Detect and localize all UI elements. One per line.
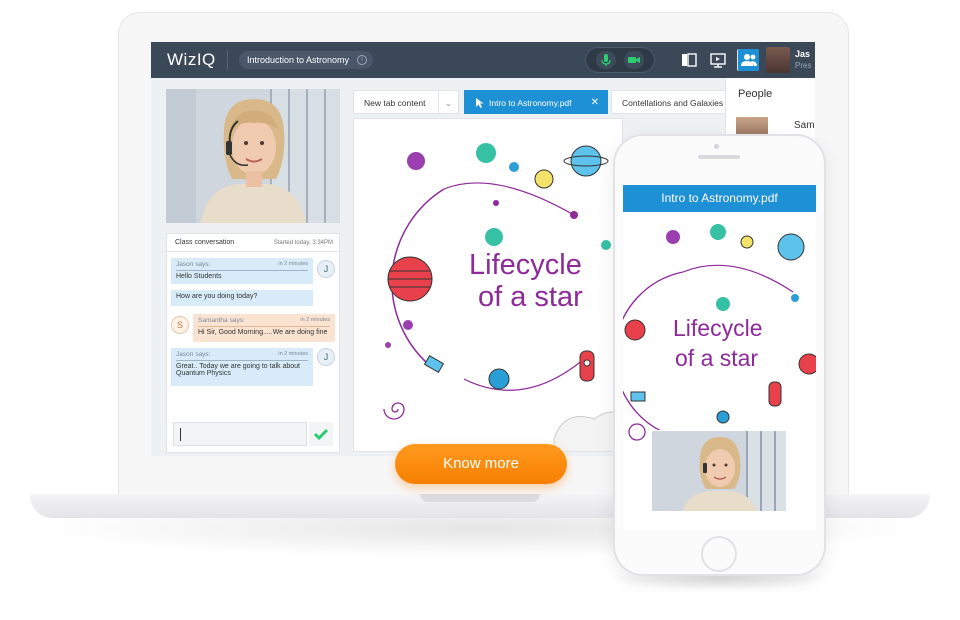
people-icon[interactable] [737,49,759,71]
message-text: Great.. Today we are going to talk about [176,363,301,370]
chat-message: Samantha says: in 2 minutes Hi Sir, Good… [193,314,335,342]
phone-frame: Intro to Astronomy.pdf Lifecycle of a st… [613,134,826,576]
tab-label: Contellations and Galaxies [622,98,724,108]
camera-button[interactable] [624,51,644,69]
text-caret [180,428,181,441]
know-more-button[interactable]: Know more [395,444,567,484]
course-title: Introduction to Astronomy [247,55,350,65]
message-time: in 2 minutes [278,351,308,357]
send-check-icon [313,428,329,441]
message-says: says: [195,261,211,268]
phone-presenter-portrait [682,437,758,511]
message-rule [176,360,308,361]
phone-speaker [698,155,740,159]
top-bar: WizIQ Introduction to Astronomy i Jas Pr… [151,42,815,78]
slide-title-line2: of a star [478,281,583,313]
chat-message: Jason says: in 2 minutes Hello Students [171,258,313,284]
camera-icon [628,57,640,63]
message-author: Jason [176,351,194,358]
phone-camera [714,144,719,149]
participant-name[interactable]: Sam [794,120,815,131]
message-author: Jason [176,261,194,268]
chat-avatar: S [171,316,189,334]
presenter-portrait [201,99,306,223]
mic-icon [601,54,611,66]
tab-intro-astronomy[interactable]: Intro to Astronomy.pdf ✕ [464,90,608,114]
message-text: Quantum Physics [176,370,231,377]
message-author: Samantha [198,317,228,324]
divider [227,50,228,70]
screen-share-icon[interactable] [708,50,728,70]
close-icon[interactable]: ✕ [591,91,599,115]
chat-started: Started today, 3:34PM [273,240,333,246]
mic-button[interactable] [596,51,616,69]
user-avatar[interactable] [766,47,790,73]
tab-label: New tab content [364,98,426,108]
phone-slide-line1: Lifecycle [673,315,763,341]
people-title: People [738,88,773,100]
av-controls [585,47,655,73]
chat-avatar: J [317,348,335,366]
send-button[interactable] [309,422,333,446]
message-says: says: [229,317,245,324]
course-title-pill[interactable]: Introduction to Astronomy i [239,51,374,69]
message-time: in 2 minutes [278,261,308,267]
user-role: Pres [795,61,812,70]
chat-input[interactable] [173,422,307,446]
chat-message: How are you doing today? [171,290,313,306]
user-name: Jas [795,49,811,59]
slide-title-line1: Lifecycle [469,249,582,281]
phone-doc-title: Intro to Astronomy.pdf [623,185,816,212]
phone-screen: Intro to Astronomy.pdf Lifecycle of a st… [623,185,816,530]
slide-viewer: Lifecycle of a star [353,118,623,452]
message-text: Hi Sir, Good Morning.....We are doing fi… [198,329,328,336]
phone-slide-line2: of a star [675,345,759,371]
tab-new-content[interactable]: New tab content ⌄ [353,90,459,115]
message-text: How are you doing today? [176,293,258,300]
phone-home-button[interactable] [701,536,737,572]
chat-panel: Class conversation Started today, 3:34PM… [166,233,340,453]
laptop-notch [420,494,540,502]
dropdown-icon[interactable]: ⌄ [438,91,452,115]
message-rule [198,326,330,327]
tab-constellations[interactable]: Contellations and Galaxies [611,90,731,114]
chat-avatar: J [317,260,335,278]
tab-label: Intro to Astronomy.pdf [489,98,572,108]
whiteboard-icon[interactable] [679,50,699,70]
presenter-video [166,89,340,223]
chat-title: Class conversation [175,239,235,246]
message-says: says: [195,351,211,358]
chat-header: Class conversation Started today, 3:34PM [167,234,339,252]
wiziq-logo: WizIQ [167,50,216,69]
info-icon[interactable]: i [357,55,368,65]
message-text: Hello Students [176,273,222,280]
cursor-icon [476,98,484,108]
message-rule [176,270,308,271]
phone-presenter-video [651,430,787,512]
message-time: in 2 minutes [300,317,330,323]
chat-message: Jason says: in 2 minutes Great.. Today w… [171,348,313,386]
